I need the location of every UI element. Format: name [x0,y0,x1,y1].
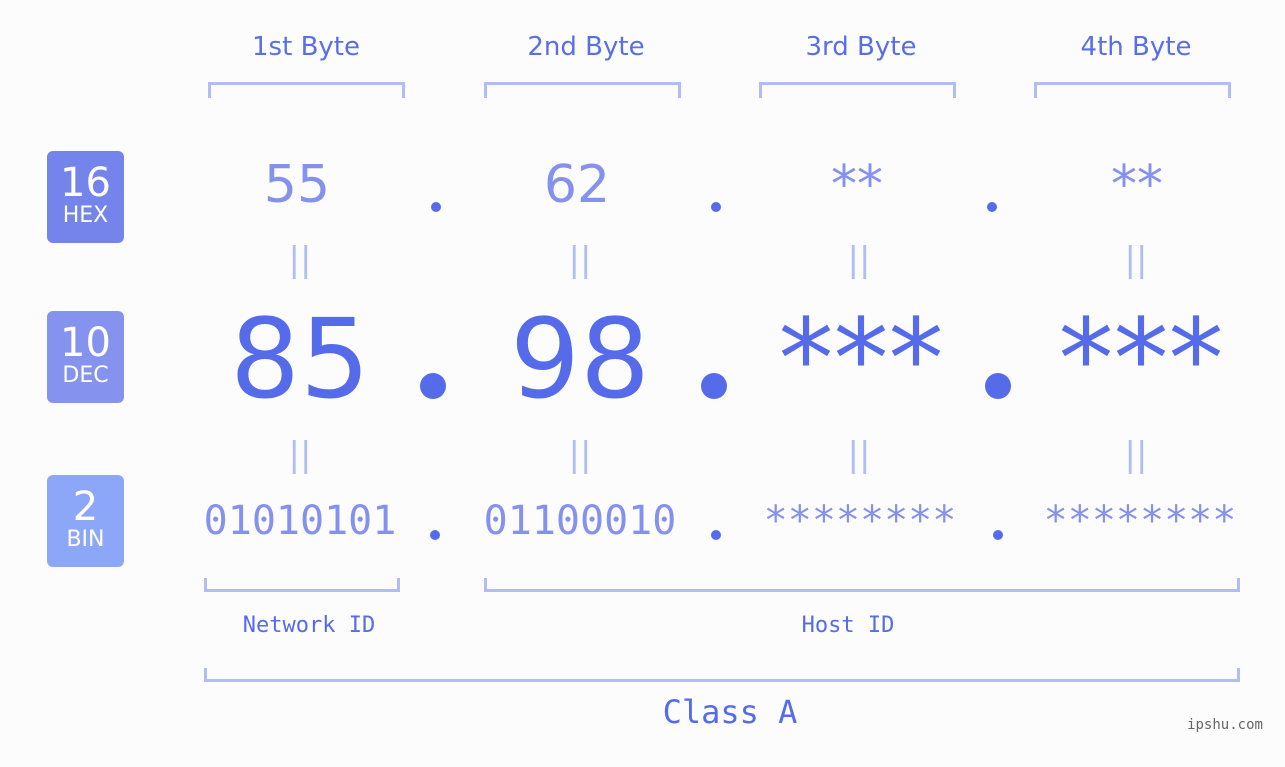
dec-byte-1: 85 [230,295,370,423]
host-id-label: Host ID [801,613,895,638]
bin-byte-4: ******** [1043,498,1237,544]
equals-sign: || [288,435,312,475]
byte-bracket-1 [208,82,405,98]
bin-dot-3 [993,530,1003,540]
class-label: Class A [662,693,798,731]
class-bracket [204,668,1240,682]
equals-sign: || [847,435,871,475]
bin-badge: 2 BIN [47,475,124,567]
dec-base-number: 10 [60,320,111,366]
hex-byte-1: 55 [263,155,331,215]
byte-header-3: 3rd Byte [805,32,917,62]
hex-base-number: 16 [60,160,111,206]
equals-sign: || [568,435,592,475]
byte-header-4: 4th Byte [1080,32,1192,62]
bin-byte-2: 01100010 [483,498,677,544]
hex-byte-3: ** [831,155,883,215]
dec-badge: 10 DEC [47,311,124,403]
byte-bracket-3 [759,82,956,98]
dec-base-label: DEC [62,363,109,388]
hex-byte-4: ** [1111,155,1163,215]
host-id-bracket [484,578,1240,592]
hex-dot-2 [711,202,721,212]
equals-sign: || [568,240,592,280]
equals-sign: || [847,240,871,280]
hex-badge: 16 HEX [47,151,124,243]
hex-dot-1 [431,202,441,212]
dec-dot-3 [985,373,1011,399]
equals-sign: || [288,240,312,280]
network-id-label: Network ID [242,613,376,638]
dec-byte-2: 98 [510,295,650,423]
dec-byte-4: *** [1058,295,1224,423]
byte-bracket-4 [1034,82,1231,98]
byte-header-2: 2nd Byte [527,32,645,62]
hex-byte-2: 62 [543,155,611,215]
dec-dot-2 [701,373,727,399]
bin-dot-1 [430,530,440,540]
bin-dot-2 [711,530,721,540]
hex-base-label: HEX [62,203,109,228]
byte-bracket-2 [484,82,681,98]
dec-byte-3: *** [778,295,944,423]
equals-sign: || [1124,435,1148,475]
watermark: ipshu.com [1187,717,1263,733]
hex-dot-3 [987,202,997,212]
bin-byte-1: 01010101 [203,498,397,544]
bin-base-number: 2 [72,484,99,530]
dec-dot-1 [420,373,446,399]
bin-base-label: BIN [66,527,105,552]
network-id-bracket [204,578,400,592]
byte-header-1: 1st Byte [252,32,360,62]
bin-byte-3: ******** [763,498,957,544]
equals-sign: || [1124,240,1148,280]
